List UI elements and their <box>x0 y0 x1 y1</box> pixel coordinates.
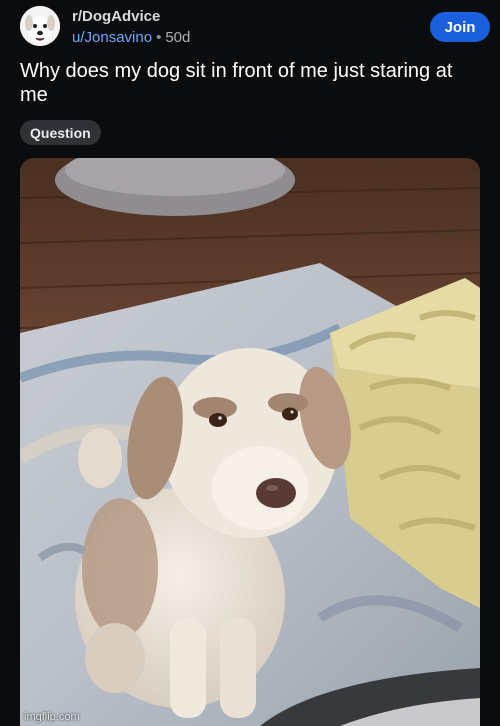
post-flair[interactable]: Question <box>20 120 101 145</box>
separator-dot: • <box>156 29 162 46</box>
post-header: r/DogAdvice u/Jonsavino • 50d Join <box>20 6 490 50</box>
post-meta: r/DogAdvice u/Jonsavino • 50d <box>72 8 190 47</box>
user-line: u/Jonsavino • 50d <box>72 28 190 47</box>
dog-avatar-icon <box>20 6 60 46</box>
username-link[interactable]: u/Jonsavino <box>72 29 152 46</box>
post-image[interactable]: imgflip.com <box>20 158 480 726</box>
post-age: 50d <box>165 29 191 46</box>
dog-photo-illustration <box>20 158 480 726</box>
post-title[interactable]: Why does my dog sit in front of me just … <box>20 59 460 107</box>
subreddit-avatar[interactable] <box>20 6 60 46</box>
subreddit-name[interactable]: r/DogAdvice <box>72 8 190 26</box>
imgflip-watermark: imgflip.com <box>24 711 80 723</box>
join-button[interactable]: Join <box>430 12 490 42</box>
